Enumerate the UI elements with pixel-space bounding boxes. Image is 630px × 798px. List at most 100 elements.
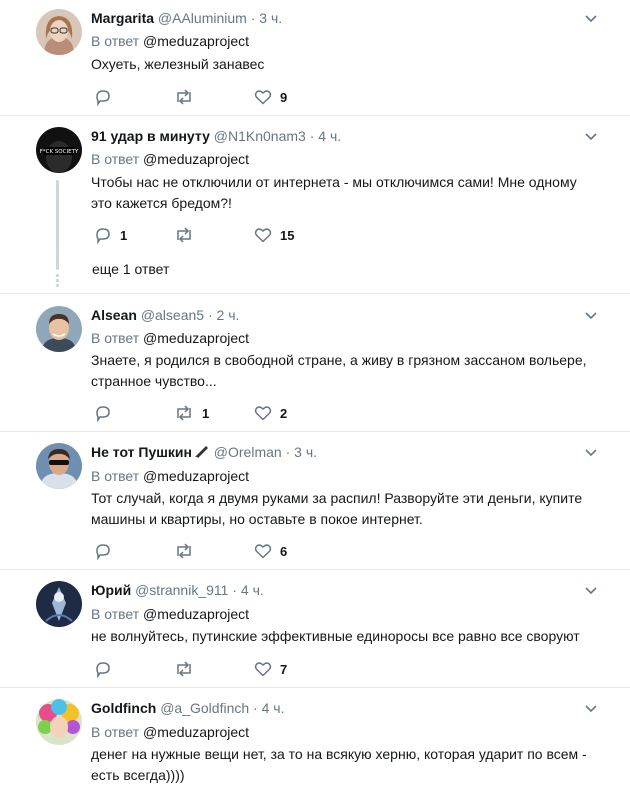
retweet-button[interactable] <box>174 225 202 245</box>
author-handle[interactable]: @strannik_911 <box>135 582 228 598</box>
reply-mention[interactable]: @meduzaproject <box>143 724 249 740</box>
reply-button[interactable]: 1 <box>94 225 127 245</box>
like-count: 15 <box>280 227 295 243</box>
retweet-count: 1 <box>202 405 210 421</box>
reply-to-line: В ответ @meduzaproject <box>91 33 250 49</box>
tweet-actions: 6 <box>94 541 394 561</box>
show-more-replies-link[interactable]: еще 1 ответ <box>92 261 169 277</box>
tweet[interactable]: F*CK SOCIETY 91 удар в минуту @N1Kn0nam3… <box>0 116 630 294</box>
reply-to-line: В ответ @meduzaproject <box>91 606 250 622</box>
like-button[interactable]: 6 <box>254 541 287 561</box>
like-count: 7 <box>280 661 288 677</box>
reply-icon <box>96 228 110 244</box>
tweet-actions: 1 15 <box>94 225 394 245</box>
heart-icon <box>254 406 272 421</box>
timestamp[interactable]: 3 ч. <box>294 444 317 460</box>
avatar[interactable] <box>36 443 82 489</box>
author-name[interactable]: Юрий <box>91 582 131 598</box>
heart-icon <box>254 228 272 243</box>
chevron-down-icon[interactable] <box>584 448 598 458</box>
avatar[interactable]: F*CK SOCIETY <box>36 127 82 173</box>
reply-count: 1 <box>120 227 128 243</box>
author-name[interactable]: Не тот Пушкин <box>91 444 192 460</box>
retweet-icon <box>177 543 191 559</box>
retweet-button[interactable] <box>174 541 202 561</box>
tweet[interactable]: Не тот Пушкин @Orelman · 3 ч. В ответ @m… <box>0 432 630 570</box>
reply-to-line: В ответ @meduzaproject <box>91 330 250 346</box>
chevron-down-icon[interactable] <box>584 14 598 24</box>
avatar[interactable] <box>36 9 82 55</box>
like-button[interactable]: 2 <box>254 403 287 423</box>
pen-icon <box>194 446 208 458</box>
chevron-down-icon[interactable] <box>584 704 598 714</box>
retweet-icon <box>177 661 191 677</box>
thread-dots <box>56 274 59 289</box>
reply-to-line: В ответ @meduzaproject <box>91 468 250 484</box>
reply-feed: Margarita @AAluminium · 3 ч. В ответ @me… <box>0 0 630 798</box>
heart-icon <box>254 662 272 677</box>
reply-button[interactable] <box>94 541 120 561</box>
retweet-icon <box>177 89 191 105</box>
timestamp[interactable]: 3 ч. <box>259 10 282 26</box>
author-name[interactable]: Goldfinch <box>91 700 156 716</box>
like-count: 6 <box>280 543 288 559</box>
author-handle[interactable]: @Orelman <box>214 444 282 460</box>
reply-mention[interactable]: @meduzaproject <box>143 468 249 484</box>
retweet-icon <box>177 405 191 421</box>
reply-mention[interactable]: @meduzaproject <box>143 330 249 346</box>
tweet-text: не волнуйтесь, путинские эффективные еди… <box>91 628 580 644</box>
avatar[interactable] <box>36 306 82 352</box>
like-button[interactable]: 7 <box>254 659 287 679</box>
chevron-down-icon[interactable] <box>584 311 598 321</box>
author-handle[interactable]: @a_Goldfinch <box>160 700 249 716</box>
author-name[interactable]: Margarita <box>91 10 154 26</box>
reply-icon <box>96 90 110 106</box>
author-name[interactable]: 91 удар в минуту <box>91 128 210 144</box>
reply-button[interactable] <box>94 87 120 107</box>
reply-mention[interactable]: @meduzaproject <box>143 151 249 167</box>
reply-to-line: В ответ @meduzaproject <box>91 724 250 740</box>
tweet[interactable]: Юрий @strannik_911 · 4 ч. В ответ @meduz… <box>0 570 630 688</box>
tweet-text: Тот случай, когда я двумя руками за расп… <box>91 490 583 527</box>
author-name[interactable]: Alsean <box>91 307 137 323</box>
tweet[interactable]: Alsean @alsean5 · 2 ч. В ответ @meduzapr… <box>0 294 630 432</box>
retweet-icon <box>177 227 191 243</box>
svg-text:F*CK SOCIETY: F*CK SOCIETY <box>40 149 79 155</box>
retweet-button[interactable]: 1 <box>174 403 209 423</box>
retweet-button[interactable] <box>174 87 202 107</box>
chevron-down-icon[interactable] <box>584 586 598 596</box>
like-count: 2 <box>280 405 288 421</box>
tweet[interactable]: Margarita @AAluminium · 3 ч. В ответ @me… <box>0 0 630 116</box>
like-button[interactable]: 15 <box>254 225 294 245</box>
reply-button[interactable] <box>94 659 120 679</box>
tweet-text: денег на нужные вещи нет, за то на всяку… <box>91 746 587 783</box>
tweet-text: Чтобы нас не отключили от интернета - мы… <box>91 174 577 211</box>
author-handle[interactable]: @N1Kn0nam3 <box>214 128 306 144</box>
tweet-actions: 9 <box>94 87 394 107</box>
heart-icon <box>254 544 272 559</box>
tweet-actions: 1 2 <box>94 403 394 423</box>
avatar[interactable] <box>36 581 82 627</box>
reply-mention[interactable]: @meduzaproject <box>143 606 249 622</box>
reply-icon <box>96 406 110 422</box>
chevron-down-icon[interactable] <box>584 132 598 142</box>
thread-connector <box>56 180 59 270</box>
author-handle[interactable]: @AAluminium <box>158 10 247 26</box>
tweet-actions: 7 <box>94 659 394 679</box>
avatar[interactable] <box>36 699 82 745</box>
timestamp[interactable]: 4 ч. <box>318 128 341 144</box>
like-count: 9 <box>280 89 288 105</box>
author-handle[interactable]: @alsean5 <box>141 307 204 323</box>
tweet-text: Охуеть, железный занавес <box>91 56 265 72</box>
tweet-text: Знаете, я родился в свободной стране, а … <box>91 352 587 389</box>
timestamp[interactable]: 2 ч. <box>217 307 240 323</box>
retweet-button[interactable] <box>174 659 202 679</box>
reply-mention[interactable]: @meduzaproject <box>143 33 249 49</box>
timestamp[interactable]: 4 ч. <box>241 582 264 598</box>
reply-to-line: В ответ @meduzaproject <box>91 151 250 167</box>
like-button[interactable]: 9 <box>254 87 287 107</box>
heart-icon <box>254 90 272 105</box>
timestamp[interactable]: 4 ч. <box>262 700 285 716</box>
reply-button[interactable] <box>94 403 120 423</box>
tweet[interactable]: Goldfinch @a_Goldfinch · 4 ч. В ответ @m… <box>0 688 630 798</box>
